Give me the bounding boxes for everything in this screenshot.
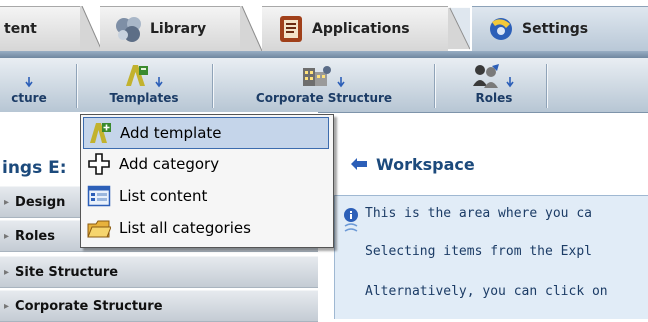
templates-dropdown-menu: Add template Add category List content L…	[80, 114, 334, 248]
applications-icon	[280, 16, 302, 42]
list-categories-icon	[87, 220, 111, 238]
menu-item-label: Add template	[120, 124, 222, 142]
tab-bar: tent Library Applications Settings	[0, 0, 648, 58]
panel-item-label: Design	[15, 194, 66, 210]
tab-content-label: tent	[4, 21, 37, 37]
info-line: Selecting items from the Expl	[365, 244, 592, 259]
chevron-down-icon	[25, 77, 33, 88]
info-line: Alternatively, you can click on	[365, 284, 608, 299]
menu-item-add-template[interactable]: Add template	[83, 117, 329, 149]
toolbar: cture Templates Corporate Structure Role…	[0, 58, 648, 113]
toolbar-separator	[76, 64, 78, 108]
toolbar-corporate-structure-label: Corporate Structure	[255, 91, 393, 105]
roles-icon	[473, 64, 499, 88]
tab-applications[interactable]: Applications	[262, 6, 448, 51]
workspace-info-box: This is the area where you ca Selecting …	[334, 195, 648, 319]
menu-item-label: List all categories	[119, 219, 251, 237]
tab-settings-label: Settings	[522, 21, 589, 37]
tab-settings[interactable]: Settings	[472, 6, 648, 51]
toolbar-separator	[434, 64, 436, 108]
chevron-down-icon	[506, 77, 514, 88]
workspace-title-label: Workspace	[376, 154, 475, 174]
panel-item-corporate-structure[interactable]: ▸ Corporate Structure	[0, 290, 318, 322]
tab-library-label: Library	[150, 21, 207, 37]
tab-divider	[240, 6, 262, 51]
panel-item-label: Roles	[15, 228, 55, 244]
chevron-down-icon	[155, 77, 163, 88]
panel-item-site-structure[interactable]: ▸ Site Structure	[0, 256, 318, 288]
info-line: This is the area where you ca	[365, 206, 592, 221]
menu-item-add-category[interactable]: Add category	[83, 149, 329, 179]
bullet-icon: ▸	[4, 300, 10, 312]
chevron-down-icon	[337, 77, 345, 88]
menu-item-label: Add category	[119, 155, 220, 173]
menu-item-list-all-categories[interactable]: List all categories	[83, 213, 329, 243]
templates-icon	[126, 65, 148, 86]
toolbar-site-structure[interactable]: cture	[0, 58, 64, 112]
settings-icon	[490, 18, 512, 40]
info-icon	[344, 208, 358, 232]
library-icon	[116, 17, 141, 42]
bullet-icon: ▸	[4, 196, 10, 208]
tab-underline	[0, 51, 648, 58]
toolbar-roles-label: Roles	[475, 91, 513, 105]
tab-content[interactable]: tent	[0, 6, 80, 51]
tab-applications-label: Applications	[312, 21, 410, 37]
tab-divider	[80, 6, 102, 51]
menu-item-label: List content	[119, 187, 208, 205]
toolbar-site-structure-label: cture	[11, 91, 47, 105]
tab-library[interactable]: Library	[100, 6, 240, 51]
toolbar-separator	[212, 64, 214, 108]
toolbar-separator	[546, 64, 548, 108]
panel-item-label: Site Structure	[15, 264, 119, 280]
tab-divider	[448, 7, 470, 50]
toolbar-templates[interactable]: Templates	[92, 58, 196, 112]
workspace-title: Workspace	[350, 150, 475, 178]
list-content-icon	[87, 185, 111, 207]
toolbar-corporate-structure[interactable]: Corporate Structure	[226, 58, 422, 112]
corporate-structure-icon	[303, 66, 331, 86]
back-arrow-icon[interactable]	[350, 157, 368, 171]
panel-item-label: Corporate Structure	[15, 298, 163, 314]
bullet-icon: ▸	[4, 230, 10, 242]
toolbar-templates-label: Templates	[109, 91, 179, 105]
menu-item-list-content[interactable]: List content	[83, 181, 329, 211]
add-template-icon	[90, 123, 111, 143]
bullet-icon: ▸	[4, 266, 10, 278]
add-category-icon	[88, 153, 110, 175]
toolbar-roles[interactable]: Roles	[456, 58, 532, 112]
